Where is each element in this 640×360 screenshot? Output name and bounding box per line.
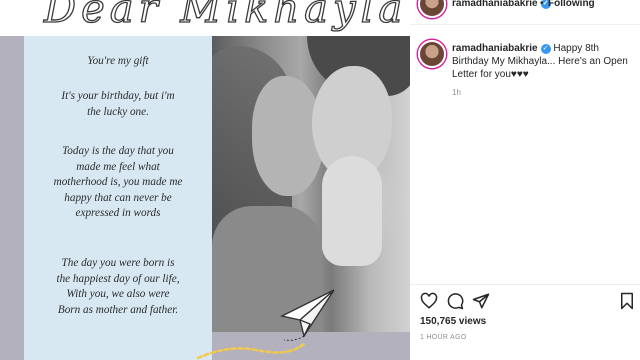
letter-card: You're my gift It's your birthday, but i… [24,36,212,360]
header-divider [410,24,640,25]
view-count[interactable]: 150,765 views [420,316,486,327]
action-bar [420,292,633,312]
caption-time[interactable]: 1h [452,88,461,97]
bookmark-icon[interactable] [618,292,636,310]
following-button[interactable]: Following [548,0,595,9]
yellow-doodle-icon [196,342,306,360]
post-image[interactable]: Dear Mikhayla You're my gift It's your b… [0,0,410,360]
heart-icon[interactable] [420,292,438,310]
posted-timestamp[interactable]: 1 HOUR AGO [420,334,467,341]
actions-divider [410,284,640,285]
header-username-text[interactable]: ramadhaniabakrie [452,0,538,9]
letter-paragraph: You're my gift [87,55,149,67]
photo-hand-shape [322,156,382,266]
letter-paragraph: The day you were born is the happiest da… [56,257,180,316]
avatar[interactable] [418,0,446,18]
avatar[interactable] [418,40,446,68]
letter-paragraph: Today is the day that you made me feel w… [53,145,183,219]
header-separator: • [540,0,544,9]
letter-paragraph: It's your birthday, but i'm the lucky on… [61,90,175,118]
paper-plane-icon [279,289,335,341]
share-icon[interactable] [472,292,490,310]
caption-username[interactable]: ramadhaniabakrie [452,43,538,54]
header-username[interactable]: ramadhaniabakrie ✓ [452,0,551,9]
post-caption: ramadhaniabakrie ✓ Happy 8th Birthday My … [452,42,632,81]
post-side-panel: ramadhaniabakrie ✓ • Following ramadhania… [410,0,640,360]
comment-icon[interactable] [446,292,464,310]
verified-badge-icon: ✓ [540,44,551,54]
letter-title: Dear Mikhayla [43,0,408,33]
